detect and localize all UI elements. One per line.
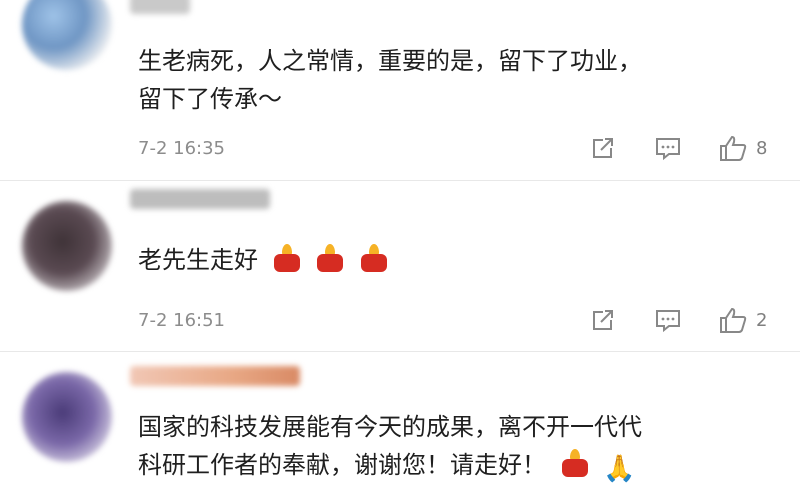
username-blurred[interactable] bbox=[130, 366, 300, 386]
username-blurred[interactable] bbox=[130, 0, 190, 14]
like-button[interactable]: 8 bbox=[718, 134, 767, 162]
comment-item: 生老病死，人之常情，重要的是，留下了功业， 留下了传承～ 7-2 16:35 8 bbox=[0, 0, 800, 180]
comment-item: 国家的科技发展能有今天的成果，离不开一代代 科研工作者的奉献，谢谢您！请走好！ … bbox=[0, 352, 800, 500]
reply-button[interactable] bbox=[654, 134, 682, 162]
candle-emoji bbox=[272, 244, 302, 283]
comment-text: 生老病死，人之常情，重要的是，留下了功业， 留下了传承～ bbox=[138, 42, 760, 118]
like-count: 8 bbox=[756, 137, 768, 159]
comment-text-line: 生老病死，人之常情，重要的是，留下了功业， bbox=[138, 47, 642, 75]
avatar[interactable] bbox=[22, 372, 112, 462]
comment-text: 国家的科技发展能有今天的成果，离不开一代代 科研工作者的奉献，谢谢您！请走好！ … bbox=[138, 408, 760, 488]
share-button[interactable] bbox=[590, 134, 616, 162]
candle-emoji bbox=[359, 244, 389, 283]
timestamp: 7-2 16:35 bbox=[138, 138, 225, 159]
comment-icon bbox=[656, 138, 680, 161]
praying-hands-emoji: 🙏 bbox=[603, 454, 636, 484]
timestamp: 7-2 16:51 bbox=[138, 310, 225, 331]
comment-text-line: 留下了传承～ bbox=[138, 85, 282, 113]
comment-meta: 7-2 16:51 2 bbox=[138, 306, 778, 336]
reply-button[interactable] bbox=[654, 306, 682, 334]
share-icon bbox=[593, 138, 613, 158]
share-icon bbox=[593, 310, 613, 330]
comment-meta: 7-2 16:35 8 bbox=[138, 134, 778, 164]
like-button[interactable]: 2 bbox=[718, 306, 767, 334]
candle-emoji bbox=[560, 449, 590, 488]
thumbs-up-icon bbox=[720, 307, 747, 333]
comment-text: 老先生走好 bbox=[138, 241, 760, 283]
comment-text-line: 科研工作者的奉献，谢谢您！请走好！ 🙏 bbox=[138, 446, 760, 488]
username-blurred[interactable] bbox=[130, 189, 270, 209]
avatar[interactable] bbox=[22, 201, 112, 291]
comment-text-line: 国家的科技发展能有今天的成果，离不开一代代 bbox=[138, 413, 642, 441]
comment-icon bbox=[656, 310, 680, 333]
comment-text-line: 老先生走好 bbox=[138, 246, 258, 274]
like-count: 2 bbox=[756, 309, 768, 331]
avatar[interactable] bbox=[22, 0, 112, 70]
thumbs-up-icon bbox=[720, 135, 747, 161]
candle-emoji bbox=[315, 244, 345, 283]
share-button[interactable] bbox=[590, 306, 616, 334]
